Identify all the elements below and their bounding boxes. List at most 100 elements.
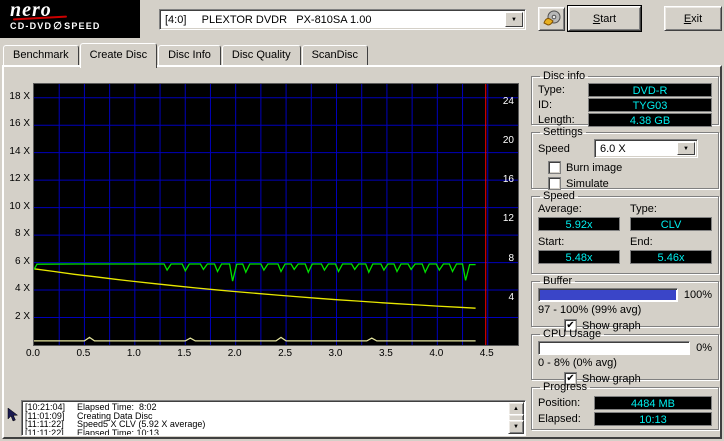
drive-select-value: [4:0] PLEXTOR DVDR PX-810SA 1.00 <box>165 13 372 26</box>
log-time: [11:11:22] <box>25 427 64 436</box>
axis-tick-label: 8 X <box>14 228 30 240</box>
buffer-bar-fill <box>540 290 676 300</box>
cpu-bar <box>538 341 691 355</box>
tab-disc-info[interactable]: Disc Info <box>158 45 221 65</box>
chart-plot-area <box>34 84 518 345</box>
cpu-usage-panel: CPU Usage 0% 0 - 8% (0% avg) ✔ Show grap… <box>531 328 719 385</box>
start-speed-value: 5.48x <box>538 250 620 264</box>
speed-select-value: 6.0 X <box>600 142 626 155</box>
chevron-down-icon[interactable]: ▼ <box>505 12 523 27</box>
disc-info-title: Disc info <box>543 70 586 82</box>
axis-tick-label: 0.5 <box>76 348 91 359</box>
log-scrollbar[interactable]: ▲ ▼ <box>508 402 524 434</box>
average-label: Average: <box>538 203 582 215</box>
cpu-range-text: 0 - 8% (0% avg) <box>538 357 617 369</box>
exit-button-label: Exit <box>683 12 703 25</box>
tab-disc-quality[interactable]: Disc Quality <box>221 45 301 65</box>
create-disc-tab-page: 18 X 16 X 14 X 12 X 10 X 8 X 6 X 4 X 2 X 24 20 16 1… <box>2 65 722 439</box>
axis-tick-label: 3.0 <box>328 348 343 359</box>
disc-id-label: ID: <box>538 99 553 111</box>
speed-select[interactable]: 6.0 X ▼ <box>594 139 698 158</box>
checkbox-box <box>548 177 561 190</box>
scroll-up-glyph: ▲ <box>513 405 519 412</box>
progress-panel: Progress Position: 4484 MB Elapsed: 10:1… <box>531 381 719 430</box>
speed-y-axis: 18 X 16 X 14 X 12 X 10 X 8 X 6 X 4 X 2 X <box>5 83 32 344</box>
scroll-down-glyph: ▼ <box>513 423 519 430</box>
logo-sub-left: CD-DVD <box>10 21 53 31</box>
drive-options-button[interactable] <box>538 7 565 31</box>
cpu-show-graph-label: Show graph <box>582 372 641 385</box>
disc-info-panel: Disc info Type: DVD-R ID: TYG03 Length: … <box>531 70 719 127</box>
axis-tick-label: 0.0 <box>26 348 40 359</box>
elapsed-label: Elapsed: <box>538 413 581 425</box>
simulate-checkbox[interactable]: Simulate <box>548 177 712 190</box>
start-speed-label: Start: <box>538 236 565 248</box>
end-speed-value: 5.46x <box>630 250 712 264</box>
axis-tick-label: 2.0 <box>227 348 242 359</box>
axis-tick-label: 1.5 <box>177 348 192 359</box>
scroll-down-icon[interactable]: ▼ <box>508 420 524 434</box>
disc-length-value: 4.38 GB <box>588 113 712 127</box>
tab-benchmark[interactable]: Benchmark <box>3 45 79 65</box>
axis-tick-label: 4 X <box>14 283 30 295</box>
buffer-panel: Buffer 100% 97 - 100% (99% avg) ✔ Show g… <box>531 275 719 332</box>
speed-label: Speed <box>538 142 570 155</box>
nero-logo-text: nero <box>10 0 52 21</box>
axis-tick-label: 6 X <box>14 255 30 267</box>
axis-tick-label: 3.5 <box>378 348 393 359</box>
buffer-range-text: 97 - 100% (99% avg) <box>538 304 642 316</box>
start-button-label: Start <box>592 12 617 25</box>
side-panel-column: Disc info Type: DVD-R ID: TYG03 Length: … <box>531 70 719 431</box>
buffer-title: Buffer <box>543 275 573 287</box>
burn-image-label: Burn image <box>566 161 623 174</box>
axis-tick-label: 12 X <box>9 173 30 185</box>
checkbox-box <box>548 161 561 174</box>
axis-tick-label: 1.0 <box>126 348 141 359</box>
axis-tick-label: 18 X <box>9 90 30 102</box>
cd-dvd-speed-logo-text: CD-DVD∅SPEED <box>10 21 140 32</box>
disc-length-label: Length: <box>538 114 575 126</box>
chevron-down-glyph: ▼ <box>511 16 517 23</box>
hand-pointer-icon <box>5 400 21 436</box>
position-label: Position: <box>538 397 581 409</box>
burn-image-checkbox[interactable]: Burn image <box>548 161 712 174</box>
disc-type-value: DVD-R <box>588 83 712 97</box>
settings-panel: Settings Speed 6.0 X ▼ Burn image Simula… <box>531 126 719 190</box>
settings-title: Settings <box>543 126 583 138</box>
speed-type-value: CLV <box>630 217 712 231</box>
speed-panel-title: Speed <box>543 190 575 202</box>
axis-tick-label: 2 X <box>14 310 30 322</box>
event-log-list[interactable]: [10:21:04] Elapsed Time: 8:02 [11:01:09] C… <box>21 400 526 436</box>
drive-select[interactable]: [4:0] PLEXTOR DVDR PX-810SA 1.00 ▼ <box>159 9 526 30</box>
buffer-percent: 100% <box>683 289 712 301</box>
log-area: [10:21:04] Elapsed Time: 8:02 [11:01:09] C… <box>5 400 526 436</box>
type-label: Type: <box>630 203 657 215</box>
start-button[interactable]: Start <box>568 6 641 31</box>
average-speed-value: 5.92x <box>538 217 620 231</box>
exit-button[interactable]: Exit <box>664 6 722 31</box>
cpu-usage-title: CPU Usage <box>543 328 602 340</box>
axis-tick-label: 2.5 <box>278 348 293 359</box>
axis-tick-label: 10 X <box>9 200 30 212</box>
buffer-bar <box>538 288 678 302</box>
write-speed-chart: 24 20 16 12 8 4 <box>33 83 519 346</box>
chart-x-axis: 0.0 0.5 1.0 1.5 2.0 2.5 3.0 3.5 4.0 4.5 <box>26 348 519 360</box>
chevron-down-glyph: ▼ <box>683 145 689 152</box>
nero-cd-dvd-speed-window: nero CD-DVD∅SPEED [4:0] PLEXTOR DVDR PX-… <box>0 0 724 441</box>
axis-tick-label: 14 X <box>9 145 30 157</box>
axis-tick-label: 4.0 <box>429 348 444 359</box>
log-text: Elapsed Time: 10:13 <box>77 427 160 436</box>
tab-create-disc[interactable]: Create Disc <box>79 43 158 68</box>
nero-logo: nero CD-DVD∅SPEED <box>0 0 140 38</box>
rotation-speed-line <box>34 268 476 309</box>
end-speed-label: End: <box>630 236 653 248</box>
cpu-percent: 0% <box>696 342 712 354</box>
chevron-down-icon[interactable]: ▼ <box>677 142 695 155</box>
disc-type-label: Type: <box>538 84 565 96</box>
tab-scandisc[interactable]: ScanDisc <box>301 45 369 65</box>
log-entry: [11:11:22] Elapsed Time: 10:13 <box>25 427 505 436</box>
disc-id-value: TYG03 <box>588 98 712 112</box>
write-speed-line <box>34 263 476 282</box>
axis-tick-label: 4.5 <box>479 348 494 359</box>
slashed-circle-icon: ∅ <box>53 21 64 32</box>
